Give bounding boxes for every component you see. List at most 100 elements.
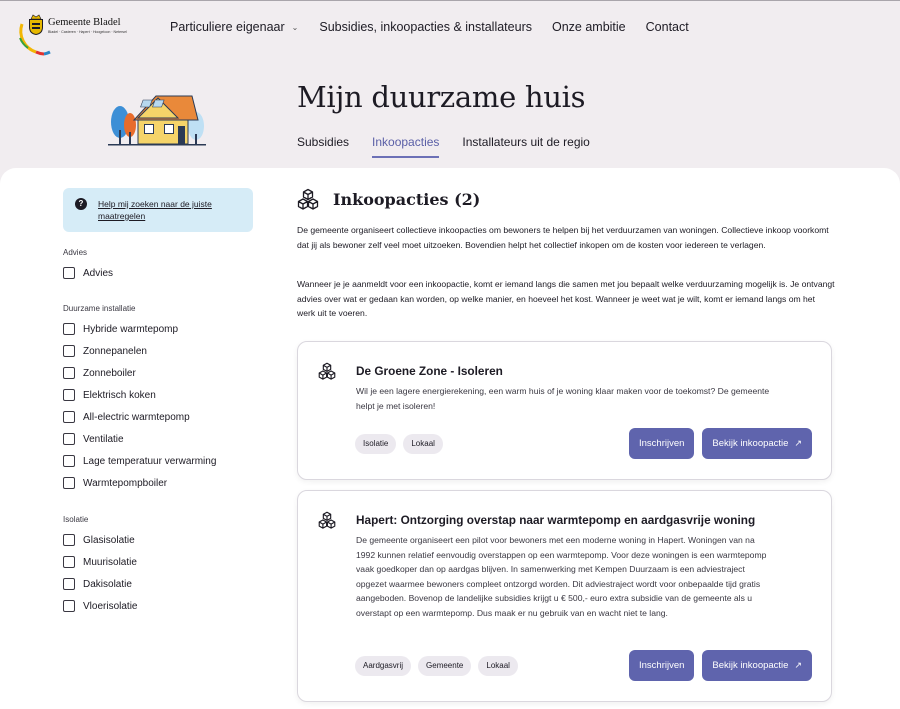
page-title: Mijn duurzame huis bbox=[297, 80, 586, 114]
checkbox[interactable] bbox=[63, 556, 75, 568]
signup-button[interactable]: Inschrijven bbox=[628, 650, 695, 681]
filter-checkbox[interactable]: Zonnepanelen bbox=[63, 340, 263, 362]
coat-of-arms-icon bbox=[29, 14, 43, 35]
tag: Gemeente bbox=[418, 656, 472, 676]
view-inkoopactie-button[interactable]: Bekijk inkoopactie ↗ bbox=[702, 428, 812, 459]
checkbox[interactable] bbox=[63, 389, 75, 401]
help-link[interactable]: Help mij zoeken naar de juiste maatregel… bbox=[98, 198, 238, 222]
signup-button[interactable]: Inschrijven bbox=[628, 428, 695, 459]
filter-checkbox[interactable]: Warmtepompboiler bbox=[63, 472, 263, 494]
checkbox[interactable] bbox=[63, 267, 75, 279]
section-header: Inkoopacties (2) bbox=[297, 188, 480, 210]
filter-checkbox[interactable]: Glasisolatie bbox=[63, 529, 263, 551]
checkbox-label: Advies bbox=[83, 267, 114, 279]
nav-item-onze-ambitie[interactable]: Onze ambitie bbox=[552, 20, 626, 34]
nav-item-label: Particuliere eigenaar bbox=[170, 20, 285, 34]
signup-button-label: Inschrijven bbox=[638, 438, 685, 449]
tab-inkoopacties[interactable]: Inkoopacties bbox=[372, 135, 440, 158]
checkbox-label: Muurisolatie bbox=[83, 556, 137, 568]
tab-subsidies[interactable]: Subsidies bbox=[297, 135, 349, 158]
section-tabs: Subsidies Inkoopacties Installateurs uit… bbox=[297, 135, 590, 158]
checkbox-label: Dakisolatie bbox=[83, 578, 132, 590]
inkoopactie-card: Hapert: Ontzorging overstap naar warmtep… bbox=[297, 490, 832, 702]
tag: Aardgasvrij bbox=[355, 656, 412, 676]
checkbox[interactable] bbox=[63, 578, 75, 590]
checkbox-label: Ventilatie bbox=[83, 433, 124, 445]
filter-checkbox[interactable]: Vloerisolatie bbox=[63, 595, 263, 617]
main-content: ? Help mij zoeken naar de juiste maatreg… bbox=[0, 168, 900, 709]
filter-checkbox[interactable]: Lage temperatuur verwarming bbox=[63, 450, 263, 472]
inkoopactie-card: De Groene Zone - Isoleren Wil je een lag… bbox=[297, 341, 832, 480]
view-button-label: Bekijk inkoopactie bbox=[712, 660, 789, 671]
checkbox-label: Zonnepanelen bbox=[83, 345, 147, 357]
nav-item-label: Subsidies, inkoopacties & installateurs bbox=[319, 20, 532, 34]
tag: Isolatie bbox=[355, 434, 397, 454]
question-icon: ? bbox=[75, 198, 87, 210]
checkbox[interactable] bbox=[63, 367, 75, 379]
filter-group-duurzame-installatie: Duurzame installatie Hybride warmtepomp … bbox=[63, 304, 263, 494]
nav-item-label: Onze ambitie bbox=[551, 20, 626, 34]
filter-group-title: Duurzame installatie bbox=[63, 304, 136, 313]
checkbox-label: Lage temperatuur verwarming bbox=[83, 455, 217, 467]
filter-group-isolatie: Isolatie Glasisolatie Muurisolatie Dakis… bbox=[63, 515, 263, 617]
checkbox[interactable] bbox=[63, 345, 75, 357]
tag: Lokaal bbox=[478, 656, 518, 676]
card-description: Wil je een lagere energierekening, een w… bbox=[356, 386, 770, 411]
main-nav: Particuliere eigenaar ⌄ Subsidies, inkoo… bbox=[170, 20, 689, 34]
chevron-down-icon: ⌄ bbox=[291, 22, 299, 32]
card-tags: Aardgasvrij Gemeente Lokaal bbox=[355, 656, 525, 676]
intro-paragraph-1: De gemeente organiseert collectieve inko… bbox=[297, 225, 829, 250]
checkbox[interactable] bbox=[63, 433, 75, 445]
nav-item-label: Contact bbox=[645, 20, 689, 34]
cubes-icon bbox=[297, 188, 319, 210]
view-button-label: Bekijk inkoopactie bbox=[712, 438, 789, 449]
view-inkoopactie-button[interactable]: Bekijk inkoopactie ↗ bbox=[702, 650, 812, 681]
filter-checkbox[interactable]: Muurisolatie bbox=[63, 551, 263, 573]
signup-button-label: Inschrijven bbox=[638, 660, 685, 671]
logo-subtitle: Bladel · Casteren · Hapert · Hoogeloon ·… bbox=[48, 30, 127, 34]
external-arrow-icon: ↗ bbox=[794, 660, 802, 670]
filter-checkbox[interactable]: Dakisolatie bbox=[63, 573, 263, 595]
checkbox[interactable] bbox=[63, 534, 75, 546]
filter-checkbox[interactable]: Zonneboiler bbox=[63, 362, 263, 384]
intro-paragraph-2: Wanneer je je aanmeldt voor een inkoopac… bbox=[297, 279, 835, 319]
tag: Lokaal bbox=[403, 434, 443, 454]
checkbox-label: Zonneboiler bbox=[83, 367, 136, 379]
help-box: ? Help mij zoeken naar de juiste maatreg… bbox=[63, 188, 253, 232]
nav-item-contact[interactable]: Contact bbox=[646, 20, 689, 34]
checkbox-label: Hybride warmtepomp bbox=[83, 323, 179, 335]
checkbox-label: Vloerisolatie bbox=[83, 600, 138, 612]
filter-group-advies: Advies Advies bbox=[63, 248, 263, 284]
filter-checkbox[interactable]: Advies bbox=[63, 262, 263, 284]
filter-checkbox[interactable]: Elektrisch koken bbox=[63, 384, 263, 406]
checkbox[interactable] bbox=[63, 600, 75, 612]
card-actions: Inschrijven Bekijk inkoopactie ↗ bbox=[621, 650, 812, 681]
card-actions: Inschrijven Bekijk inkoopactie ↗ bbox=[621, 428, 812, 459]
filter-checkbox[interactable]: Hybride warmtepomp bbox=[63, 318, 263, 340]
section-title: Inkoopacties (2) bbox=[333, 189, 481, 209]
logo-title: Gemeente Bladel bbox=[48, 17, 121, 28]
card-title[interactable]: De Groene Zone - Isoleren bbox=[356, 364, 503, 378]
card-title[interactable]: Hapert: Ontzorging overstap naar warmtep… bbox=[356, 513, 755, 527]
checkbox-label: Elektrisch koken bbox=[83, 389, 156, 401]
nav-item-subsidies[interactable]: Subsidies, inkoopacties & installateurs bbox=[319, 20, 532, 34]
checkbox[interactable] bbox=[63, 323, 75, 335]
card-description: De gemeente organiseert een pilot voor b… bbox=[356, 535, 767, 618]
filter-group-title: Isolatie bbox=[63, 515, 89, 524]
cubes-icon bbox=[318, 511, 336, 529]
gemeente-logo[interactable]: Gemeente Bladel Bladel · Casteren · Hape… bbox=[16, 10, 127, 58]
house-illustration-icon bbox=[108, 95, 206, 146]
external-arrow-icon: ↗ bbox=[794, 438, 802, 448]
checkbox-label: Glasisolatie bbox=[83, 534, 135, 546]
card-tags: Isolatie Lokaal bbox=[355, 434, 450, 454]
checkbox[interactable] bbox=[63, 455, 75, 467]
filter-checkbox[interactable]: Ventilatie bbox=[63, 428, 263, 450]
filter-group-title: Advies bbox=[63, 248, 88, 257]
checkbox-label: All-electric warmtepomp bbox=[83, 411, 190, 423]
filter-checkbox[interactable]: All-electric warmtepomp bbox=[63, 406, 263, 428]
nav-item-particuliere-eigenaar[interactable]: Particuliere eigenaar ⌄ bbox=[170, 20, 298, 34]
site-header: Gemeente Bladel Bladel · Casteren · Hape… bbox=[0, 0, 900, 60]
checkbox[interactable] bbox=[63, 477, 75, 489]
checkbox[interactable] bbox=[63, 411, 75, 423]
tab-installateurs[interactable]: Installateurs uit de regio bbox=[462, 135, 589, 158]
